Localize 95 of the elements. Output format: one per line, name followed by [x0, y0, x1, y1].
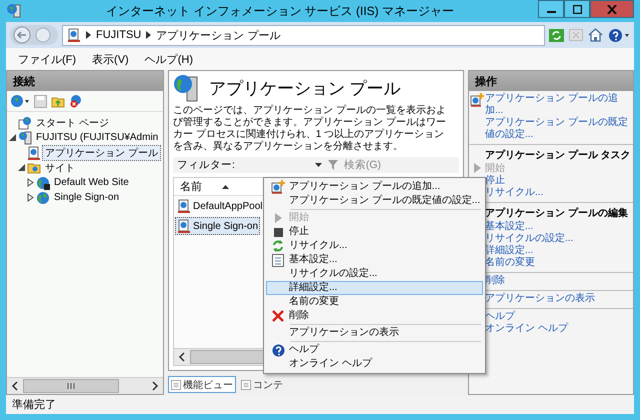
close-button[interactable] [590, 0, 634, 18]
play-icon [473, 163, 481, 173]
breadcrumb-item[interactable]: FUJITSU [96, 29, 142, 41]
back-icon[interactable] [13, 26, 31, 44]
app-pool-icon [177, 219, 191, 233]
stop-icon [274, 228, 282, 236]
action-link[interactable]: 基本設定... [485, 221, 534, 233]
menu-item[interactable]: アプリケーション プールの既定値の設定... [266, 194, 484, 208]
page-title: アプリケーション プール [209, 78, 401, 100]
page-description: このページでは、アプリケーション プールの一覧を表示および管理することができます。アプリケーション プールはワーカー プロセスに関連付けられ、1 つ以上のアプリケーションを含み、異なるアプリケーションを分離させます。 [173, 105, 447, 153]
menu-item[interactable]: 名前の変更 [266, 295, 484, 309]
settings-sheet-icon [272, 254, 284, 266]
pane-header: 操作 [469, 71, 633, 91]
app-pool-icon [27, 146, 41, 160]
menu-item[interactable]: アプリケーションの表示 [266, 326, 484, 340]
stop-icon [569, 29, 583, 41]
menu-item[interactable]: ヘルプ [266, 343, 484, 357]
menu-item[interactable]: オンライン ヘルプ [266, 357, 484, 371]
list-row[interactable]: Single Sign-on [175, 217, 260, 235]
recycle-icon [272, 240, 284, 252]
disconnect-icon[interactable] [69, 94, 83, 108]
view-tab[interactable]: コンテ [238, 376, 286, 393]
action-link[interactable]: アプリケーション プールの追加... [485, 93, 632, 117]
menu-item[interactable]: ファイル(F) [10, 52, 84, 66]
expand-icon[interactable] [26, 193, 35, 202]
minimize-button[interactable] [538, 0, 564, 18]
minimize-icon [546, 11, 556, 13]
menu-item[interactable]: ヘルプ(H) [136, 52, 201, 66]
connect-icon[interactable] [10, 94, 30, 108]
action-link[interactable]: リサイクルの設定... [485, 233, 574, 245]
maximize-icon [572, 4, 582, 14]
action-link[interactable]: リサイクル... [485, 187, 544, 199]
close-icon [607, 4, 617, 14]
breadcrumb-arrow-icon [146, 31, 152, 39]
delete-icon [272, 310, 284, 322]
tree-item[interactable]: サイト [42, 160, 78, 176]
tree-item[interactable]: FUJITSU (FUJITSU¥Admin [33, 131, 162, 144]
tree-item[interactable]: アプリケーション プール [42, 144, 161, 160]
action-link[interactable]: アプリケーションの表示 [485, 293, 595, 305]
action-link[interactable]: アプリケーション プールの既定値の設定... [485, 117, 632, 141]
app-pool-icon [173, 74, 199, 102]
app-pool-icon [177, 199, 191, 213]
collapse-icon[interactable] [17, 163, 26, 172]
row-label: Single Sign-on [193, 220, 258, 232]
up-folder-icon[interactable] [51, 94, 65, 108]
breadcrumb-item[interactable]: アプリケーション プール [156, 28, 280, 42]
globe-icon [36, 190, 50, 204]
folder-icon [27, 160, 41, 174]
list-row[interactable]: DefaultAppPool [175, 197, 264, 215]
play-icon [274, 213, 282, 223]
app-pool-icon [67, 28, 81, 42]
maximize-button[interactable] [564, 0, 590, 18]
page-icon [241, 380, 251, 390]
dropdown-icon[interactable] [314, 163, 322, 167]
view-tab[interactable]: 機能ビュー [168, 376, 236, 393]
breadcrumb-arrow-icon [86, 31, 91, 39]
menu-item[interactable]: リサイクルの設定... [266, 267, 484, 281]
pane-header: 接続 [7, 71, 163, 91]
horizontal-scrollbar[interactable] [7, 377, 163, 394]
menu-item[interactable]: 削除 [266, 309, 484, 323]
help-icon[interactable] [608, 28, 630, 42]
funnel-icon [328, 160, 338, 170]
menu-item[interactable]: 基本設定... [266, 253, 484, 267]
section-heading: アプリケーション プールの編集 [484, 206, 629, 220]
address-field[interactable]: FUJITSU アプリケーション プール [62, 24, 545, 46]
action-link[interactable]: 停止 [485, 175, 505, 187]
column-header[interactable]: 名前 [180, 179, 202, 194]
scroll-thumb[interactable] [23, 379, 119, 393]
add-pool-icon [271, 180, 285, 194]
sort-ascending-icon [222, 184, 229, 188]
action-link[interactable]: オンライン ヘルプ [485, 323, 568, 335]
row-label: DefaultAppPool [193, 200, 262, 212]
expand-icon[interactable] [26, 178, 35, 187]
window-title: インターネット インフォメーション サービス (IIS) マネージャー [105, 2, 455, 20]
help-icon [272, 344, 284, 356]
menu-item[interactable]: 詳細設定... [266, 281, 484, 295]
menu-item[interactable]: 停止 [266, 225, 484, 239]
tree-item[interactable]: Single Sign-on [51, 191, 122, 204]
page-icon [171, 380, 181, 390]
save-icon [34, 94, 47, 108]
home-icon[interactable] [588, 28, 603, 42]
menu-item[interactable]: リサイクル... [266, 239, 484, 253]
action-link[interactable]: 名前の変更 [485, 257, 535, 269]
server-icon [18, 130, 32, 144]
refresh-icon[interactable] [549, 28, 564, 42]
start-page-icon [18, 116, 32, 130]
section-heading: アプリケーション プール タスク [484, 148, 632, 163]
menu-item[interactable]: アプリケーション プールの追加... [266, 180, 484, 194]
filter-label: フィルター: [177, 158, 235, 172]
globe-stopped-icon [36, 176, 50, 190]
app-icon [6, 3, 22, 19]
tree-item[interactable]: スタート ページ [33, 114, 112, 130]
menu-item[interactable]: 表示(V) [84, 52, 137, 66]
tree-item[interactable]: Default Web Site [51, 176, 132, 189]
collapse-icon[interactable] [8, 133, 17, 142]
